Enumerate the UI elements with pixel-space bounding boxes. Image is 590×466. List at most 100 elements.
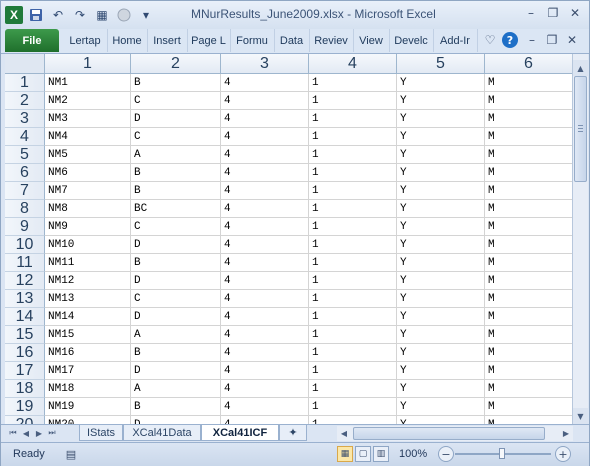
- table-cell[interactable]: 1: [309, 398, 397, 416]
- table-cell[interactable]: 1: [309, 146, 397, 164]
- table-cell[interactable]: 1: [309, 254, 397, 272]
- column-header[interactable]: 1: [45, 54, 131, 74]
- table-cell[interactable]: 4: [221, 308, 309, 326]
- row-header[interactable]: 10: [5, 236, 45, 254]
- table-cell[interactable]: 4: [221, 236, 309, 254]
- restore-icon[interactable]: ❐: [543, 4, 563, 22]
- page-break-view-icon[interactable]: ▥: [373, 446, 389, 462]
- table-cell[interactable]: NM12: [45, 272, 131, 290]
- table-cell[interactable]: Y: [397, 272, 485, 290]
- table-cell[interactable]: Y: [397, 380, 485, 398]
- row-header[interactable]: 11: [5, 254, 45, 272]
- table-cell[interactable]: 4: [221, 290, 309, 308]
- table-cell[interactable]: D: [131, 272, 221, 290]
- table-cell[interactable]: M: [485, 218, 572, 236]
- table-cell[interactable]: 1: [309, 344, 397, 362]
- tab-lertap[interactable]: Lertap: [63, 29, 108, 52]
- workbook-minimize-icon[interactable]: –: [523, 31, 541, 49]
- scroll-right-icon[interactable]: ▶: [559, 426, 573, 441]
- table-cell[interactable]: 1: [309, 308, 397, 326]
- table-cell[interactable]: 1: [309, 272, 397, 290]
- table-cell[interactable]: NM16: [45, 344, 131, 362]
- table-cell[interactable]: NM6: [45, 164, 131, 182]
- table-cell[interactable]: BC: [131, 200, 221, 218]
- table-cell[interactable]: Y: [397, 182, 485, 200]
- row-header[interactable]: 9: [5, 218, 45, 236]
- table-cell[interactable]: Y: [397, 254, 485, 272]
- column-header[interactable]: 2: [131, 54, 221, 74]
- row-header[interactable]: 18: [5, 380, 45, 398]
- table-cell[interactable]: 4: [221, 218, 309, 236]
- last-sheet-icon[interactable]: ⏭: [46, 426, 58, 440]
- prev-sheet-icon[interactable]: ◀: [20, 426, 32, 440]
- next-sheet-icon[interactable]: ▶: [33, 426, 45, 440]
- macro-record-icon[interactable]: ▤: [63, 446, 79, 462]
- table-cell[interactable]: M: [485, 110, 572, 128]
- row-header[interactable]: 14: [5, 308, 45, 326]
- column-header[interactable]: 4: [309, 54, 397, 74]
- zoom-out-icon[interactable]: −: [438, 446, 454, 462]
- table-cell[interactable]: NM4: [45, 128, 131, 146]
- table-cell[interactable]: Y: [397, 92, 485, 110]
- normal-view-icon[interactable]: ▦: [337, 446, 353, 462]
- table-cell[interactable]: 4: [221, 344, 309, 362]
- table-cell[interactable]: 1: [309, 326, 397, 344]
- table-cell[interactable]: M: [485, 272, 572, 290]
- table-cell[interactable]: B: [131, 182, 221, 200]
- row-header[interactable]: 6: [5, 164, 45, 182]
- zoom-slider-thumb[interactable]: [499, 448, 505, 459]
- table-cell[interactable]: NM11: [45, 254, 131, 272]
- scroll-down-icon[interactable]: ▼: [573, 408, 588, 424]
- excel-logo-icon[interactable]: X: [5, 6, 23, 24]
- table-cell[interactable]: Y: [397, 344, 485, 362]
- table-cell[interactable]: 1: [309, 290, 397, 308]
- table-cell[interactable]: Y: [397, 218, 485, 236]
- sheet-tab-xcal41data[interactable]: XCal41Data: [123, 425, 201, 441]
- table-cell[interactable]: 1: [309, 74, 397, 92]
- table-cell[interactable]: Y: [397, 128, 485, 146]
- table-cell[interactable]: Y: [397, 74, 485, 92]
- table-cell[interactable]: M: [485, 182, 572, 200]
- table-cell[interactable]: M: [485, 416, 572, 424]
- layout-icon[interactable]: ▦: [93, 6, 111, 24]
- undo-icon[interactable]: ↶: [49, 6, 67, 24]
- table-cell[interactable]: Y: [397, 290, 485, 308]
- zoom-level[interactable]: 100%: [399, 448, 427, 460]
- table-cell[interactable]: M: [485, 128, 572, 146]
- redo-icon[interactable]: ↷: [71, 6, 89, 24]
- table-cell[interactable]: M: [485, 164, 572, 182]
- zoom-slider[interactable]: [455, 448, 551, 459]
- table-cell[interactable]: B: [131, 254, 221, 272]
- insert-sheet-icon[interactable]: ✦: [279, 425, 307, 441]
- table-cell[interactable]: 4: [221, 326, 309, 344]
- table-cell[interactable]: C: [131, 128, 221, 146]
- table-cell[interactable]: B: [131, 344, 221, 362]
- sheet-tab-istats[interactable]: IStats: [79, 425, 123, 441]
- table-cell[interactable]: 4: [221, 110, 309, 128]
- table-cell[interactable]: Y: [397, 416, 485, 424]
- save-icon[interactable]: [27, 6, 45, 24]
- row-header[interactable]: 12: [5, 272, 45, 290]
- scroll-up-icon[interactable]: ▲: [573, 60, 588, 76]
- table-cell[interactable]: 1: [309, 92, 397, 110]
- table-cell[interactable]: 4: [221, 200, 309, 218]
- table-cell[interactable]: 1: [309, 416, 397, 424]
- table-cell[interactable]: 4: [221, 164, 309, 182]
- table-cell[interactable]: 1: [309, 380, 397, 398]
- table-cell[interactable]: 4: [221, 380, 309, 398]
- table-cell[interactable]: M: [485, 290, 572, 308]
- row-header[interactable]: 13: [5, 290, 45, 308]
- row-header[interactable]: 7: [5, 182, 45, 200]
- vertical-scrollbar[interactable]: ▲ ▼: [572, 54, 588, 424]
- table-cell[interactable]: 1: [309, 164, 397, 182]
- table-cell[interactable]: D: [131, 236, 221, 254]
- tab-view[interactable]: View: [353, 29, 390, 52]
- table-cell[interactable]: Y: [397, 362, 485, 380]
- horizontal-scroll-thumb[interactable]: [353, 427, 545, 440]
- scroll-left-icon[interactable]: ◀: [337, 426, 351, 441]
- table-cell[interactable]: NM20: [45, 416, 131, 424]
- table-cell[interactable]: 1: [309, 128, 397, 146]
- table-cell[interactable]: M: [485, 344, 572, 362]
- table-cell[interactable]: NM19: [45, 398, 131, 416]
- table-cell[interactable]: Y: [397, 308, 485, 326]
